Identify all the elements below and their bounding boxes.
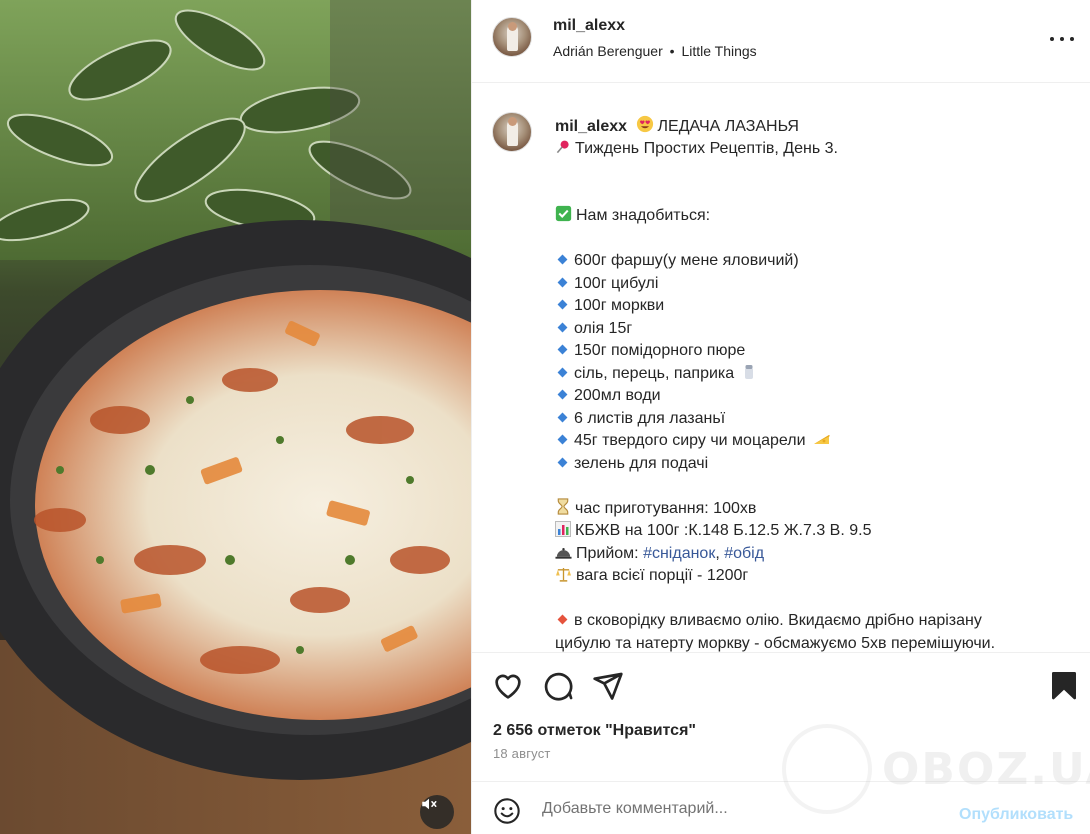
blue-diamond-icon <box>557 299 568 310</box>
post-header: mil_alexx Adrián Berenguer • Little Thin… <box>472 0 1090 83</box>
ingredient-item: 100г цибулі <box>574 274 659 292</box>
comment-input[interactable] <box>542 796 942 822</box>
ingredient-item: 6 листів для лазаньї <box>574 409 726 427</box>
caption-username[interactable]: mil_alexx <box>555 118 627 135</box>
ingredient-item: сіль, перець, паприка <box>574 364 735 382</box>
blue-diamond-icon <box>557 322 568 333</box>
blue-diamond-icon <box>557 457 568 468</box>
ingredient-item: 100г моркви <box>574 297 665 314</box>
pushpin-icon <box>556 140 569 153</box>
cheese-icon <box>814 435 830 444</box>
total-weight: вага всієї порції - 1200г <box>576 567 749 584</box>
bar-chart-icon <box>555 521 571 537</box>
audio-artist[interactable]: Adrián Berenguer <box>553 43 663 59</box>
comment-bar: Опубликовать <box>472 781 1090 834</box>
audio-info: Adrián Berenguer • Little Things <box>553 43 757 59</box>
blue-diamond-icon <box>557 434 568 445</box>
more-icon-dot <box>1060 37 1064 41</box>
blue-diamond-icon <box>557 389 568 400</box>
mute-icon <box>422 798 437 810</box>
post-username[interactable]: mil_alexx <box>553 17 625 35</box>
cook-time: час приготування: 100хв <box>575 499 757 517</box>
heart-eyes-emoji-icon <box>636 115 653 133</box>
blue-diamond-icon <box>557 344 568 355</box>
step-1-line-1: в сковорідку вливаємо олію. Вкидаємо дрі… <box>574 612 982 629</box>
post-actions: 2 656 отметок "Нравится" 18 август <box>472 652 1090 782</box>
blue-diamond-icon <box>557 412 568 423</box>
ingredient-item: 45г твердого сиру чи моцарели <box>574 432 806 449</box>
publish-button[interactable]: Опубликовать <box>959 806 1073 824</box>
blue-diamond-icon <box>557 254 568 265</box>
heart-icon[interactable] <box>492 670 524 702</box>
salt-shaker-icon <box>744 364 753 379</box>
ingredient-item: зелень для подачі <box>574 454 709 472</box>
cloche-icon <box>555 547 572 559</box>
more-options-button[interactable] <box>1050 29 1074 49</box>
comment-icon[interactable] <box>542 670 574 702</box>
caption-section: mil_alexx ЛЕДАЧА ЛАЗАНЬЯ Тиждень Простих… <box>472 82 1090 652</box>
audio-separator: • <box>669 43 675 59</box>
post-media[interactable] <box>0 0 471 834</box>
post-panel: mil_alexx Adrián Berenguer • Little Thin… <box>471 0 1090 834</box>
avatar-head <box>508 117 517 126</box>
ingredient-item: 150г помідорного пюре <box>574 342 746 359</box>
caption-title: ЛЕДАЧА ЛАЗАНЬЯ <box>657 118 799 135</box>
check-mark-icon <box>555 205 572 222</box>
hourglass-icon <box>557 497 569 515</box>
share-icon[interactable] <box>592 670 624 702</box>
need-title: Нам знадобиться: <box>576 207 711 224</box>
caption-subtitle: Тиждень Простих Рецептів, День 3. <box>575 139 838 157</box>
lasagna-photo <box>0 0 471 834</box>
scales-icon <box>556 567 571 582</box>
step-1-line-2: цибулю та натерту моркву - обсмажуємо 5х… <box>555 634 996 652</box>
likes-count[interactable]: 2 656 отметок "Нравится" <box>493 722 696 740</box>
meal-label: Прийом: <box>576 544 644 562</box>
blue-diamond-icon <box>557 367 568 378</box>
caption-text: mil_alexx ЛЕДАЧА ЛАЗАНЬЯ Тиждень Простих… <box>555 115 1065 652</box>
ingredient-item: 600г фаршу(у мене яловичий) <box>574 252 799 269</box>
kbzhv: КБЖВ на 100г :К.148 Б.12.5 Ж.7.3 В. 9.5 <box>575 522 872 539</box>
caption-avatar[interactable] <box>492 112 532 152</box>
audio-track[interactable]: Little Things <box>681 43 756 59</box>
post-date[interactable]: 18 август <box>493 746 551 761</box>
ingredient-item: 200мл води <box>574 387 661 404</box>
avatar-head <box>508 22 517 31</box>
mute-button[interactable] <box>420 795 454 829</box>
more-icon-dot <box>1070 37 1074 41</box>
more-icon <box>1050 37 1054 41</box>
blue-diamond-icon <box>557 277 568 288</box>
meal-sep: , <box>715 544 725 562</box>
emoji-icon[interactable] <box>493 797 521 825</box>
red-diamond-icon <box>557 614 568 625</box>
ingredient-item: олія 15г <box>574 319 633 337</box>
hashtag-lunch[interactable]: #обід <box>724 545 764 562</box>
hashtag-breakfast[interactable]: #сніданок <box>643 545 715 562</box>
avatar[interactable] <box>492 17 532 57</box>
bookmark-icon[interactable] <box>1048 670 1080 702</box>
